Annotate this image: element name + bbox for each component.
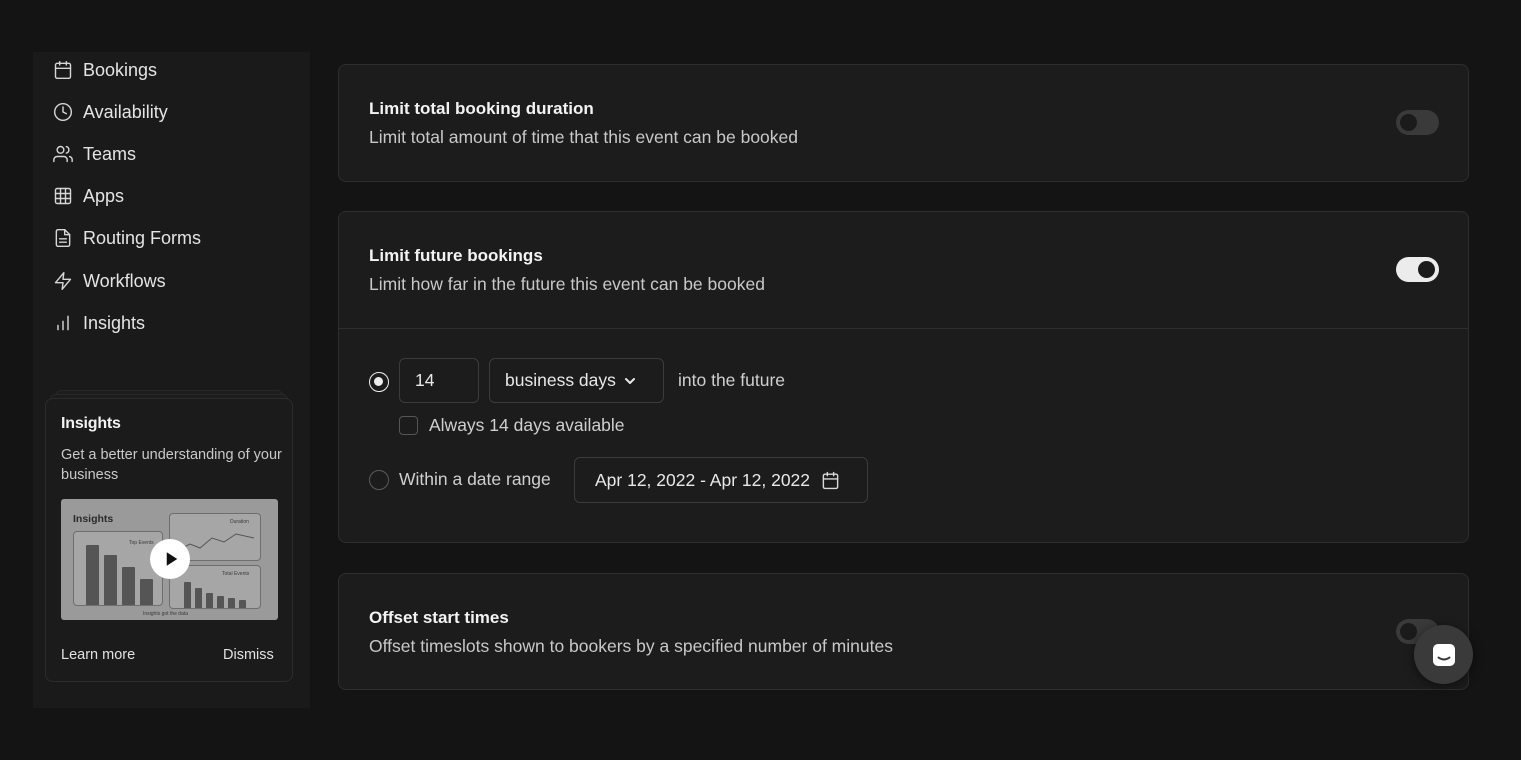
- thumbnail-label: Insights: [73, 513, 114, 525]
- thumbnail-bar: [140, 579, 153, 605]
- users-icon: [53, 145, 73, 163]
- promo-video-thumbnail[interactable]: Insights Top Events Duration Total Event…: [61, 499, 278, 620]
- dismiss-link[interactable]: Dismiss: [223, 647, 274, 663]
- thumbnail-bar: [239, 600, 246, 608]
- sidebar-item-label: Availability: [83, 101, 168, 122]
- into-future-label: into the future: [678, 370, 786, 390]
- days-input[interactable]: 14: [399, 358, 479, 403]
- thumbnail-panel-label: Total Events: [222, 571, 250, 577]
- thumbnail-panel: Top Events: [73, 531, 163, 606]
- thumbnail-bar: [104, 555, 117, 605]
- chat-icon: [1432, 643, 1455, 666]
- zap-icon: [54, 271, 72, 291]
- limit-duration-toggle[interactable]: [1396, 110, 1439, 135]
- days-unit-value: business days: [505, 370, 616, 390]
- play-icon: [166, 552, 177, 566]
- sidebar-item-insights[interactable]: Insights: [53, 306, 145, 340]
- card-title: Limit future bookings: [369, 246, 543, 265]
- days-option-radio[interactable]: [369, 372, 389, 392]
- chat-launcher-button[interactable]: [1414, 625, 1473, 684]
- card-title: Limit total booking duration: [369, 99, 594, 118]
- thumbnail-bar: [217, 596, 224, 608]
- sidebar-item-label: Workflows: [83, 270, 166, 291]
- sidebar-item-label: Routing Forms: [83, 227, 202, 248]
- sidebar-item-label: Apps: [83, 185, 125, 206]
- grid-icon: [54, 187, 72, 205]
- learn-more-link[interactable]: Learn more: [61, 647, 135, 663]
- calendar-icon: [54, 60, 72, 80]
- sidebar: Bookings Availability Teams Apps Routing…: [33, 52, 310, 708]
- limit-duration-card: Limit total booking duration Limit total…: [338, 64, 1469, 182]
- sidebar-item-teams[interactable]: Teams: [53, 137, 136, 171]
- thumbnail-bar: [195, 588, 202, 608]
- thumbnail-bar: [122, 567, 135, 605]
- date-range-value: Apr 12, 2022 - Apr 12, 2022: [595, 469, 811, 490]
- days-unit-select[interactable]: business days: [489, 358, 664, 403]
- thumbnail-bar: [228, 598, 235, 608]
- bar-chart-icon: [57, 315, 69, 331]
- card-description: Limit total amount of time that this eve…: [369, 127, 798, 147]
- clock-icon: [53, 102, 73, 122]
- limit-future-card: Limit future bookings Limit how far in t…: [338, 211, 1469, 543]
- card-title: Offset start times: [369, 608, 509, 627]
- file-text-icon: [55, 228, 71, 248]
- sidebar-item-label: Insights: [83, 312, 146, 333]
- thumbnail-panel-label: Top Events: [129, 540, 154, 546]
- thumbnail-bar: [86, 545, 99, 605]
- thumbnail-panel-label: Duration: [230, 519, 249, 525]
- always-available-label: Always 14 days available: [429, 415, 625, 435]
- thumbnail-bar: [184, 582, 191, 608]
- date-range-label: Within a date range: [399, 469, 551, 489]
- limit-future-toggle[interactable]: [1396, 257, 1439, 282]
- thumbnail-bar: [206, 593, 213, 608]
- sidebar-item-workflows[interactable]: Workflows: [53, 264, 166, 298]
- date-range-picker[interactable]: Apr 12, 2022 - Apr 12, 2022: [574, 457, 868, 503]
- always-available-checkbox[interactable]: [399, 416, 418, 435]
- sidebar-item-availability[interactable]: Availability: [53, 95, 168, 129]
- promo-description: Get a better understanding of your busin…: [61, 447, 282, 483]
- chevron-down-icon: [624, 377, 635, 384]
- card-divider: [339, 328, 1468, 329]
- days-input-value: 14: [415, 370, 435, 390]
- sidebar-item-routing-forms[interactable]: Routing Forms: [53, 221, 201, 255]
- calendar-icon: [822, 471, 839, 489]
- thumbnail-line-chart: [178, 533, 254, 551]
- sidebar-item-bookings[interactable]: Bookings: [53, 53, 157, 87]
- promo-title: Insights: [61, 415, 121, 432]
- sidebar-item-label: Bookings: [83, 59, 158, 80]
- sidebar-item-label: Teams: [83, 143, 137, 164]
- insights-promo-card: Insights Get a better understanding of y…: [45, 398, 293, 682]
- sidebar-item-apps[interactable]: Apps: [53, 179, 124, 213]
- thumbnail-caption: Insights got the data: [143, 611, 189, 617]
- offset-start-card: Offset start times Offset timeslots show…: [338, 573, 1469, 690]
- card-description: Offset timeslots shown to bookers by a s…: [369, 636, 893, 656]
- card-description: Limit how far in the future this event c…: [369, 274, 765, 294]
- date-range-radio[interactable]: [369, 470, 389, 490]
- play-button[interactable]: [150, 539, 190, 579]
